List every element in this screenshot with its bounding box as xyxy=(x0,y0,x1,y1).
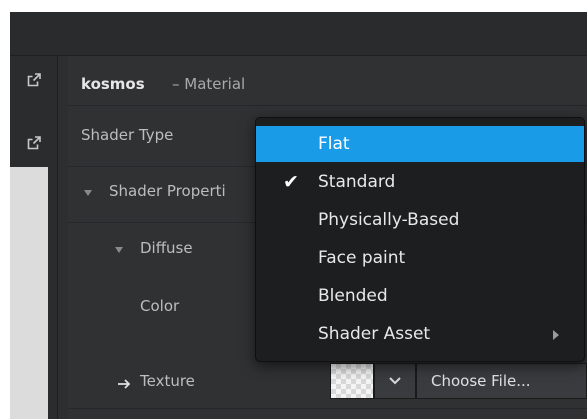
external-link-icon[interactable] xyxy=(26,72,42,88)
menu-item-standard[interactable]: ✔ Standard xyxy=(256,164,584,200)
shader-type-label: Shader Type xyxy=(81,126,174,144)
inspector-header: kosmos – Material xyxy=(68,56,587,106)
texture-dropdown-button[interactable] xyxy=(374,363,416,399)
menu-item-label: Shader Asset xyxy=(318,324,431,344)
chevron-down-icon xyxy=(389,377,401,385)
menu-item-blended[interactable]: Blended xyxy=(256,278,584,314)
color-label: Color xyxy=(140,297,180,315)
external-link-icon[interactable] xyxy=(26,135,42,151)
triangle-down-icon[interactable] xyxy=(84,190,92,196)
menu-item-label: Blended xyxy=(318,286,388,306)
menu-item-physically-based[interactable]: Physically-Based xyxy=(256,202,584,238)
triangle-down-icon[interactable] xyxy=(115,247,123,253)
texture-label: Texture xyxy=(140,372,195,390)
arrow-right-icon[interactable] xyxy=(117,376,131,390)
object-type: – Material xyxy=(172,75,246,93)
side-panel-preview xyxy=(10,167,48,419)
menu-item-flat[interactable]: Flat xyxy=(256,126,584,162)
shader-type-dropdown-menu: Flat ✔ Standard Physically-Based Face pa… xyxy=(255,117,585,362)
menu-item-label: Flat xyxy=(318,134,350,154)
object-name: kosmos xyxy=(81,75,145,93)
shader-properties-label[interactable]: Shader Properti xyxy=(109,182,226,200)
menu-item-label: Standard xyxy=(318,172,396,192)
choose-file-button[interactable]: Choose File... xyxy=(416,363,587,399)
menu-item-label: Face paint xyxy=(318,248,406,268)
texture-preview-swatch[interactable] xyxy=(330,363,374,399)
divider xyxy=(68,408,587,409)
submenu-arrow-icon xyxy=(553,330,559,340)
menu-item-face-paint[interactable]: Face paint xyxy=(256,240,584,276)
left-sidebar xyxy=(10,56,58,419)
menu-item-shader-asset[interactable]: Shader Asset xyxy=(256,316,584,352)
checkmark-icon: ✔ xyxy=(283,171,299,193)
top-toolbar xyxy=(10,12,587,56)
diffuse-label[interactable]: Diffuse xyxy=(140,239,193,257)
menu-item-label: Physically-Based xyxy=(318,210,460,230)
